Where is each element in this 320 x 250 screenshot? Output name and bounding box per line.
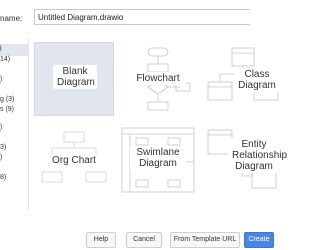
filename-bar: name: [0, 0, 250, 38]
sidebar-item[interactable]: 14) [0, 54, 28, 66]
template-class-diagram[interactable]: Class Diagram [202, 42, 280, 116]
sidebar-item[interactable]: ) [0, 122, 28, 134]
sidebar-item[interactable]: ) [0, 152, 28, 164]
template-label: Flowchart [130, 72, 186, 85]
category-sidebar: l 14) ) g (3) s (9) ) 3) ) 8) [0, 38, 29, 210]
sidebar-item[interactable]: s (9) [0, 104, 28, 116]
from-template-url-button[interactable]: From Template URL [170, 232, 240, 248]
template-label: Blank Diagram [53, 65, 97, 89]
dialog-footer: Help Cancel From Template URL Create [0, 210, 274, 250]
filename-input[interactable] [34, 9, 250, 25]
template-blank-diagram[interactable]: Blank Diagram [34, 42, 114, 116]
template-org-chart[interactable]: Org Chart [34, 124, 114, 198]
template-label: Entity Relationship Diagram [228, 138, 287, 173]
template-label: Org Chart [48, 154, 100, 167]
template-swimlane-diagram[interactable]: Swimlane Diagram [118, 124, 198, 198]
filename-label: name: [0, 14, 23, 23]
create-button[interactable]: Create [244, 232, 274, 248]
help-button[interactable]: Help [86, 232, 116, 248]
template-grid: Blank Diagram Flowchart Class Diagram Or… [30, 38, 287, 210]
sidebar-item[interactable]: 8) [0, 172, 28, 184]
template-label: Class Diagram [234, 68, 280, 92]
template-flowchart[interactable]: Flowchart [118, 42, 198, 116]
sidebar-item[interactable]: ) [0, 74, 28, 86]
cancel-button[interactable]: Cancel [126, 232, 162, 248]
template-label: Swimlane Diagram [130, 146, 186, 170]
template-entity-relationship-diagram[interactable]: Entity Relationship Diagram [202, 124, 287, 198]
